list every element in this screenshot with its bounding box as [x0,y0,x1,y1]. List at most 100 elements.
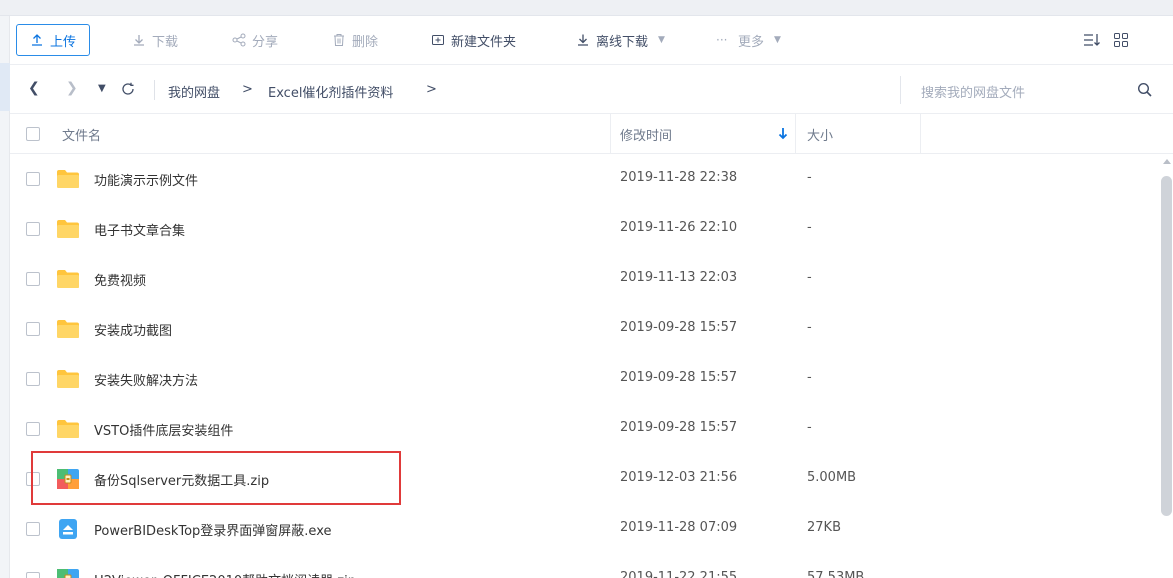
file-size: - [807,420,812,435]
download-icon [134,35,144,46]
file-size: 57.53MB [807,570,865,578]
forward-icon[interactable]: ❯ [66,80,78,96]
file-table-header: 文件名 修改时间 大小 [10,114,1173,154]
column-divider [795,114,796,154]
folder-icon [57,170,79,188]
chevron-down-icon: ▼ [774,35,781,45]
folder-icon [57,370,79,388]
row-checkbox[interactable] [26,272,40,286]
select-all-checkbox[interactable] [26,127,40,141]
more-label: 更多 [738,34,765,50]
breadcrumb-separator: > [242,82,253,97]
table-row[interactable]: VSTO插件底层安装组件 2019-09-28 15:57 - [10,404,1160,454]
search-icon[interactable] [1137,82,1153,98]
file-name[interactable]: VSTO插件底层安装组件 [94,420,233,439]
file-name[interactable]: PowerBIDeskTop登录界面弹窗屏蔽.exe [94,520,332,539]
file-modified: 2019-11-28 07:09 [620,520,738,535]
folder-icon [57,220,79,238]
file-modified: 2019-11-28 22:38 [620,170,738,185]
window-top-strip [0,0,1173,16]
column-divider [610,114,611,154]
file-name[interactable]: 安装成功截图 [94,320,172,339]
file-name[interactable]: 电子书文章合集 [94,220,185,239]
sort-arrow-icon[interactable] [778,127,788,141]
delete-icon [334,34,344,46]
vertical-scrollbar[interactable] [1160,154,1173,578]
row-checkbox[interactable] [26,472,40,486]
table-row[interactable]: 安装成功截图 2019-09-28 15:57 - [10,304,1160,354]
history-dropdown-icon[interactable]: ▼ [98,83,106,94]
table-row[interactable]: 功能演示示例文件 2019-11-28 22:38 - [10,154,1160,204]
offline-download-label: 离线下载 [596,34,649,50]
table-row[interactable]: PowerBIDeskTop登录界面弹窗屏蔽.exe 2019-11-28 07… [10,504,1160,554]
table-row[interactable]: 电子书文章合集 2019-11-26 22:10 - [10,204,1160,254]
file-name[interactable]: 备份Sqlserver元数据工具.zip [94,470,269,489]
chevron-down-icon: ▼ [658,35,665,45]
left-rail-selected[interactable] [0,63,10,111]
file-modified: 2019-11-26 22:10 [620,220,738,235]
more-icon: ··· [716,33,728,47]
file-name[interactable]: 功能演示示例文件 [94,170,198,189]
file-modified: 2019-09-28 15:57 [620,320,738,335]
upload-label: 上传 [50,34,77,50]
search-box[interactable]: 搜索我的网盘文件 [900,76,1165,104]
file-list: 功能演示示例文件 2019-11-28 22:38 - 电子书文章合集 2019… [10,154,1160,578]
zip-file-icon [57,469,79,489]
sort-icon[interactable] [1083,32,1101,48]
nav-divider [154,80,155,100]
row-checkbox[interactable] [26,522,40,536]
delete-button[interactable]: 删除 [332,24,378,56]
refresh-icon[interactable] [121,82,135,96]
zip-file-icon [57,569,79,578]
row-checkbox[interactable] [26,172,40,186]
file-size: - [807,320,812,335]
file-modified: 2019-11-13 22:03 [620,270,738,285]
file-modified: 2019-09-28 15:57 [620,420,738,435]
toolbar: 上传 下载 分享 删除 新建文件夹 离线下载 ▼ ··· 更多 ▼ [10,16,1173,64]
search-placeholder: 搜索我的网盘文件 [921,86,1026,101]
file-modified: 2019-11-22 21:55 [620,570,738,578]
scroll-up-arrow-icon[interactable] [1163,159,1171,164]
scrollbar-thumb[interactable] [1161,176,1172,516]
column-header-size[interactable]: 大小 [807,125,833,144]
table-row[interactable]: 免费视频 2019-11-13 22:03 - [10,254,1160,304]
column-header-name[interactable]: 文件名 [62,125,101,144]
breadcrumb-item-current[interactable]: Excel催化剂插件资料 [268,82,393,101]
share-button[interactable]: 分享 [232,24,278,56]
file-name[interactable]: 安装失败解决方法 [94,370,198,389]
new-folder-button[interactable]: 新建文件夹 [431,24,516,56]
breadcrumb-item-root[interactable]: 我的网盘 [168,82,220,101]
row-checkbox[interactable] [26,422,40,436]
offline-download-button[interactable]: 离线下载 ▼ [576,24,665,56]
upload-button[interactable]: 上传 [16,24,91,56]
table-row[interactable]: H2Viewer_OFFICE2010帮助文档阅读器.zip 2019-11-2… [10,554,1160,578]
row-checkbox[interactable] [26,572,40,578]
left-rail [0,16,10,578]
file-size: - [807,370,812,385]
file-modified: 2019-12-03 21:56 [620,470,738,485]
file-size: - [807,170,812,185]
download-button[interactable]: 下载 [132,24,178,56]
table-row[interactable]: 安装失败解决方法 2019-09-28 15:57 - [10,354,1160,404]
new-folder-icon [432,35,444,45]
table-row[interactable]: 备份Sqlserver元数据工具.zip 2019-12-03 21:56 5.… [10,454,1160,504]
file-modified: 2019-09-28 15:57 [620,370,738,385]
more-button[interactable]: ··· 更多 ▼ [716,24,781,56]
share-label: 分享 [252,34,279,50]
breadcrumb-separator: > [426,82,437,97]
file-name[interactable]: 免费视频 [94,270,146,289]
column-header-modified[interactable]: 修改时间 [620,125,672,144]
grid-view-icon[interactable] [1113,32,1129,48]
file-name[interactable]: H2Viewer_OFFICE2010帮助文档阅读器.zip [94,570,356,578]
delete-label: 删除 [352,34,379,50]
download-label: 下载 [152,34,179,50]
file-size: 27KB [807,520,841,535]
navigation-bar: ❮ ❯ ▼ 我的网盘 > Excel催化剂插件资料 > 搜索我的网盘文件 [10,64,1173,114]
row-checkbox[interactable] [26,222,40,236]
offline-download-icon [578,34,588,46]
row-checkbox[interactable] [26,322,40,336]
row-checkbox[interactable] [26,372,40,386]
back-icon[interactable]: ❮ [28,80,40,96]
file-size: 5.00MB [807,470,857,485]
new-folder-label: 新建文件夹 [451,34,517,50]
